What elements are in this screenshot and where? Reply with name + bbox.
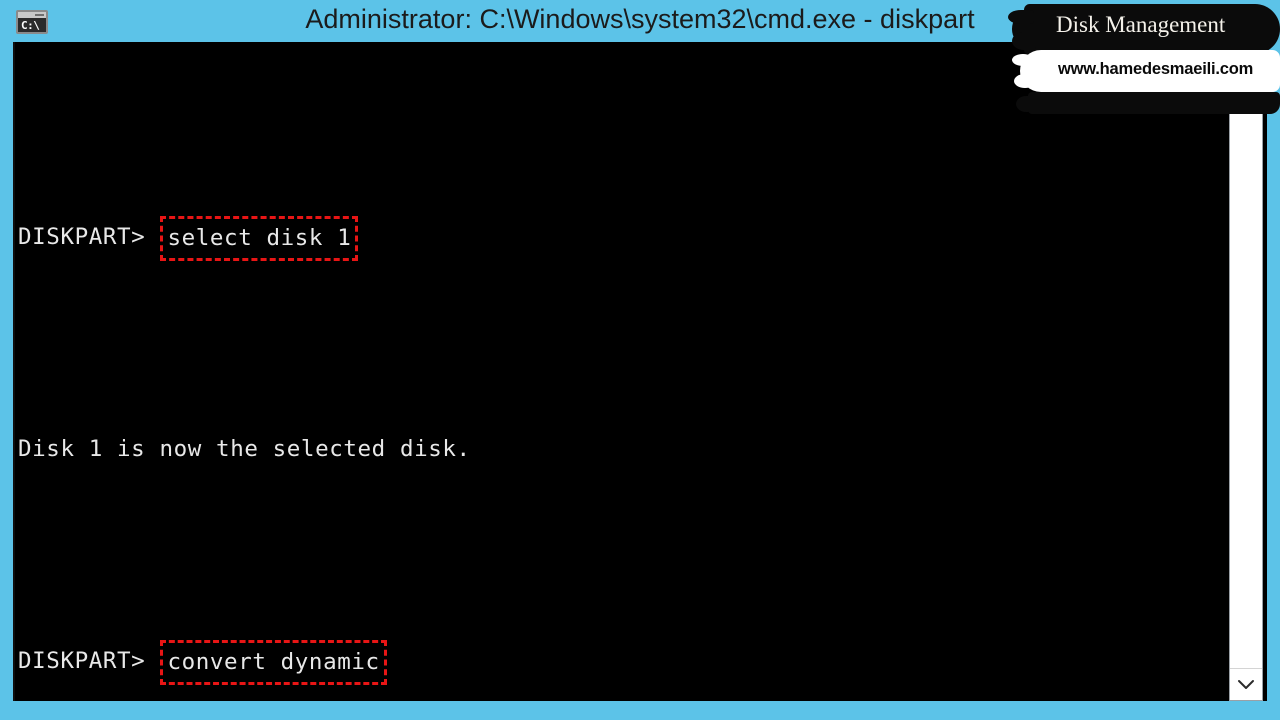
console-line-command: DISKPART> convert dynamic [18, 635, 1208, 688]
prompt-label: DISKPART> [18, 648, 160, 674]
console-line-command: DISKPART> select disk 1 [18, 211, 1208, 264]
watermark-overlay: Disk Management www.hamedesmaeili.com [1008, 0, 1280, 120]
prompt-label: DISKPART> [18, 224, 160, 250]
screen: C:\ Administrator: C:\Windows\system32\c… [0, 0, 1280, 720]
console-output: DISKPART> select disk 1 Disk 1 is now th… [18, 52, 1208, 720]
chevron-down-icon [1238, 679, 1254, 689]
overlay-title: Disk Management [1056, 12, 1226, 37]
brush-stroke-black-lower [1028, 92, 1280, 114]
scrollbar-down-arrow[interactable] [1230, 668, 1262, 700]
highlighted-command: convert dynamic [160, 640, 387, 685]
overlay-url: www.hamedesmaeili.com [1058, 60, 1254, 78]
console-line-output: Disk 1 is now the selected disk. [18, 436, 471, 462]
highlighted-command: select disk 1 [160, 216, 359, 261]
console-surface[interactable]: DISKPART> select disk 1 Disk 1 is now th… [13, 42, 1267, 701]
vertical-scrollbar[interactable] [1229, 42, 1263, 701]
